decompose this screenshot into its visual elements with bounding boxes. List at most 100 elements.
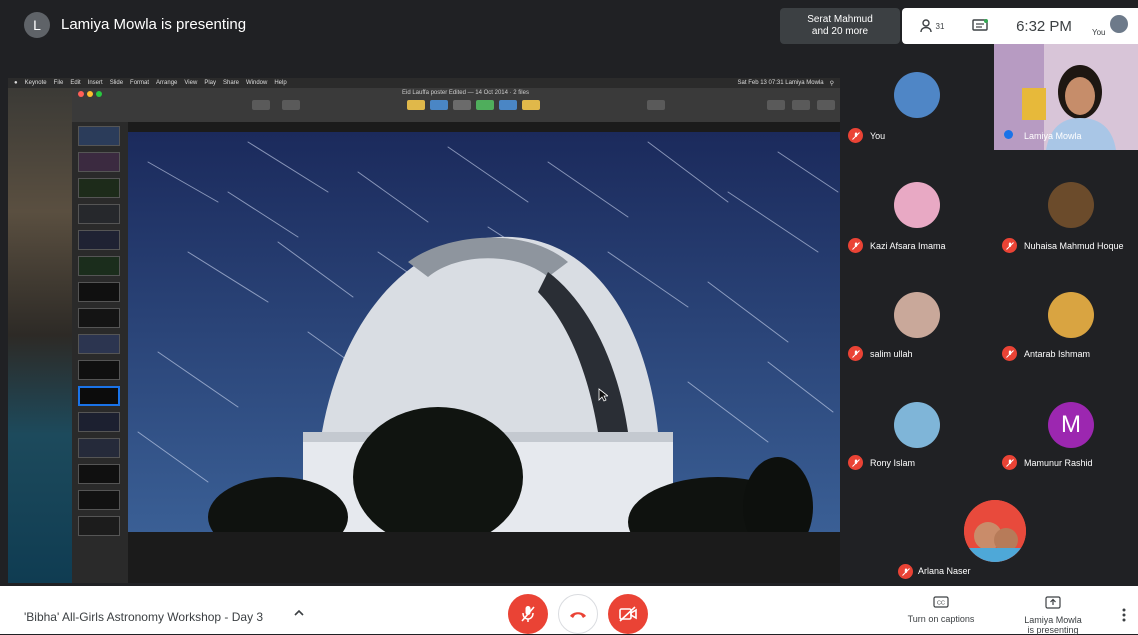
mac-status-text: Sat Feb 13 07:31 Lamiya Mowla	[737, 80, 824, 86]
mac-menu-item: View	[184, 80, 198, 86]
slide-thumbnail	[78, 334, 120, 354]
participant-name: Nuhaisa Mahmud Hoque	[1024, 241, 1124, 251]
people-count: 31	[935, 21, 945, 31]
avatar	[1048, 292, 1094, 338]
slide-thumbnail	[78, 412, 120, 432]
participant-tile[interactable]: Nuhaisa Mahmud Hoque	[994, 154, 1138, 260]
presenter-avatar: L	[24, 12, 50, 38]
slide-thumbnail	[78, 464, 120, 484]
present-now-button[interactable]: Lamiya Mowla is presenting	[1008, 596, 1098, 635]
keynote-keynote-live-button	[282, 100, 300, 110]
participant-name: You	[870, 131, 886, 141]
captions-button[interactable]: CC Turn on captions	[896, 596, 986, 624]
mic-off-icon	[848, 128, 863, 143]
participant-tile[interactable]: Kazi Afsara Imama	[840, 154, 990, 260]
captions-label: Turn on captions	[907, 614, 975, 624]
slide-thumbnail	[78, 360, 120, 380]
participant-name: salim ullah	[870, 349, 913, 359]
participant-tile[interactable]: Arlana Naser	[890, 480, 1100, 586]
participant-tile[interactable]: M Mamunur Rashid	[994, 374, 1138, 480]
avatar	[964, 500, 1026, 562]
keynote-media-button	[499, 100, 517, 110]
slide-canvas	[128, 122, 840, 583]
window-zoom-icon	[96, 91, 102, 97]
slide-thumbnail	[78, 152, 120, 172]
document-title: Eid Lauffa poster Edited — 14 Oct 2014 ·…	[402, 90, 529, 96]
observatory-star-trails-image	[128, 132, 840, 532]
presenter-title: Lamiya Mowla is presenting	[61, 16, 247, 33]
participant-name: Arlana Naser	[918, 566, 971, 576]
shared-screen: ● Keynote File Edit Insert Slide Format …	[8, 78, 840, 583]
desktop-wallpaper	[8, 88, 72, 583]
camera-off-icon	[619, 606, 637, 622]
avatar	[894, 292, 940, 338]
apple-icon: ●	[14, 80, 18, 86]
avatar	[894, 182, 940, 228]
others-chip[interactable]: Serat Mahmud and 20 more	[780, 8, 900, 44]
keynote-collaborate-button	[647, 100, 665, 110]
participant-name: Antarab Ishmam	[1024, 349, 1091, 359]
mouse-cursor-icon	[598, 388, 608, 402]
chat-button[interactable]	[960, 8, 1000, 44]
slide-thumbnail	[78, 490, 120, 510]
more-options-icon[interactable]	[1122, 608, 1126, 622]
mic-toggle-button[interactable]	[508, 594, 548, 634]
participant-tile-presenter-video[interactable]: Lamiya Mowla	[994, 44, 1138, 150]
participant-tile-you[interactable]: You	[840, 44, 990, 150]
mic-off-icon	[848, 346, 863, 361]
mic-off-icon	[1002, 238, 1017, 253]
slide-thumbnail	[78, 282, 120, 302]
participant-tile[interactable]: Rony Islam	[840, 374, 990, 480]
mac-menu-item: Edit	[70, 80, 81, 86]
keynote-shape-button	[476, 100, 494, 110]
mic-off-icon	[1002, 455, 1017, 470]
mac-menu-item: Arrange	[156, 80, 178, 86]
slide-thumbnail	[78, 438, 120, 458]
avatar: M	[1048, 402, 1094, 448]
mac-menu-item: File	[53, 80, 64, 86]
slide-thumbnail	[78, 516, 120, 536]
mic-off-icon	[898, 564, 913, 579]
participant-name: Mamunur Rashid	[1024, 458, 1093, 468]
speaking-indicator-icon	[1004, 130, 1013, 139]
participant-tile[interactable]: Antarab Ishmam	[994, 264, 1138, 370]
slide-thumbnail	[78, 308, 120, 328]
window-close-icon	[78, 91, 84, 97]
participant-name: Rony Islam	[870, 458, 916, 468]
participant-name: Lamiya Mowla	[1024, 131, 1082, 141]
captions-icon: CC	[933, 596, 949, 608]
avatar	[1048, 182, 1094, 228]
mac-menu-item: Keynote	[24, 80, 47, 86]
meeting-title: 'Bibha' All-Girls Astronomy Workshop - D…	[24, 610, 264, 624]
avatar	[894, 72, 940, 118]
keynote-animate-button	[792, 100, 810, 110]
camera-toggle-button[interactable]	[608, 594, 648, 634]
present-label: Lamiya Mowla is presenting	[1008, 615, 1098, 635]
mac-status-area: Sat Feb 13 07:31 Lamiya Mowla ⚲	[738, 78, 834, 88]
self-avatar[interactable]	[1108, 13, 1130, 35]
participant-tile[interactable]: salim ullah	[840, 264, 990, 370]
clock: 6:32 PM	[1016, 17, 1072, 35]
mac-menubar: ● Keynote File Edit Insert Slide Format …	[8, 78, 840, 88]
presenter-bar: L Lamiya Mowla is presenting Serat Mahmu…	[0, 0, 1138, 50]
slide-thumbnail	[78, 230, 120, 250]
mic-off-icon	[848, 455, 863, 470]
mic-off-icon	[521, 606, 535, 622]
slide-thumbnail	[78, 178, 120, 198]
slide-thumbnail	[78, 126, 120, 146]
window-minimize-icon	[87, 91, 93, 97]
mac-menu-item: Slide	[109, 80, 124, 86]
keynote-text-button	[453, 100, 471, 110]
hang-up-icon	[570, 612, 586, 618]
svg-text:CC: CC	[937, 601, 945, 607]
keynote-table-button	[407, 100, 425, 110]
chevron-up-icon[interactable]	[293, 608, 305, 618]
meet-toolbar: 31 6:32 PM You	[902, 8, 1138, 44]
slide-thumbnail	[78, 204, 120, 224]
mac-menu-item: Insert	[87, 80, 103, 86]
people-button[interactable]: 31	[910, 8, 954, 44]
mac-menu-item: Share	[222, 80, 239, 86]
slide-navigator	[72, 122, 128, 583]
keynote-play-button	[252, 100, 270, 110]
leave-call-button[interactable]	[558, 594, 598, 634]
